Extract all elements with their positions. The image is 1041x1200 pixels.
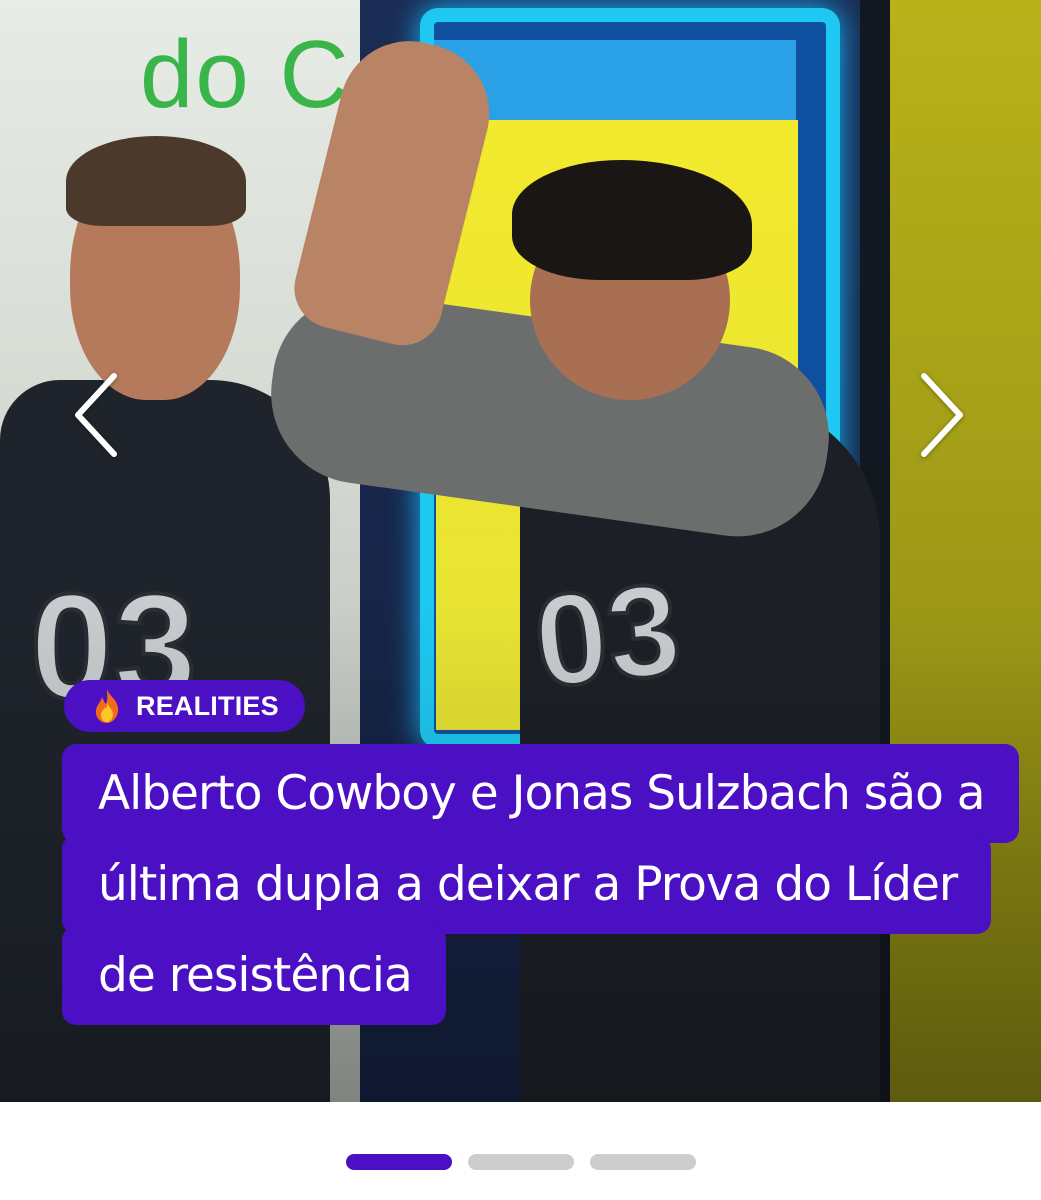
chevron-right-icon (921, 373, 963, 457)
chevron-left-icon (75, 373, 117, 457)
headline-link[interactable]: Alberto Cowboy e Jonas Sulzbach são a úl… (62, 744, 1019, 1025)
category-label: REALITIES (136, 690, 279, 721)
hero-carousel[interactable]: do C 03 03 RE (0, 0, 1041, 1102)
carousel-pagination (346, 1154, 696, 1170)
pagination-dot-1[interactable] (346, 1154, 452, 1170)
pagination-dot-2[interactable] (468, 1154, 574, 1170)
pagination-dot-3[interactable] (590, 1154, 696, 1170)
category-badge[interactable]: REALITIES (64, 680, 305, 732)
fire-icon (90, 688, 124, 724)
headline: Alberto Cowboy e Jonas Sulzbach são a úl… (62, 744, 1019, 1025)
carousel-prev-button[interactable] (66, 370, 126, 460)
carousel-next-button[interactable] (912, 370, 972, 460)
photo-person-left-hair (66, 136, 246, 226)
photo-sign-text: do C (140, 21, 351, 128)
